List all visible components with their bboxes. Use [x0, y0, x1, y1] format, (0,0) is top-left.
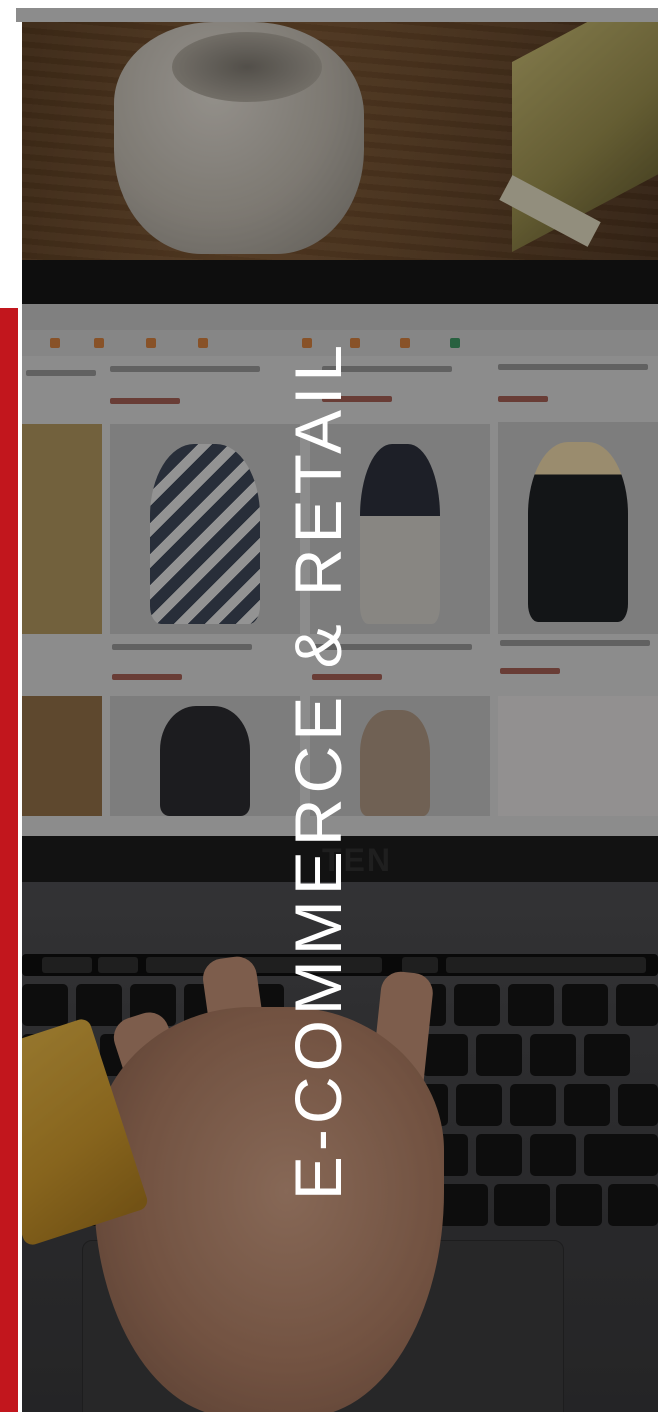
accent-bar [0, 308, 18, 1412]
background-photo: TEN [22, 22, 658, 1412]
frame-top-border [16, 8, 658, 22]
frame-left-border [0, 0, 16, 310]
dark-overlay [22, 22, 658, 1412]
